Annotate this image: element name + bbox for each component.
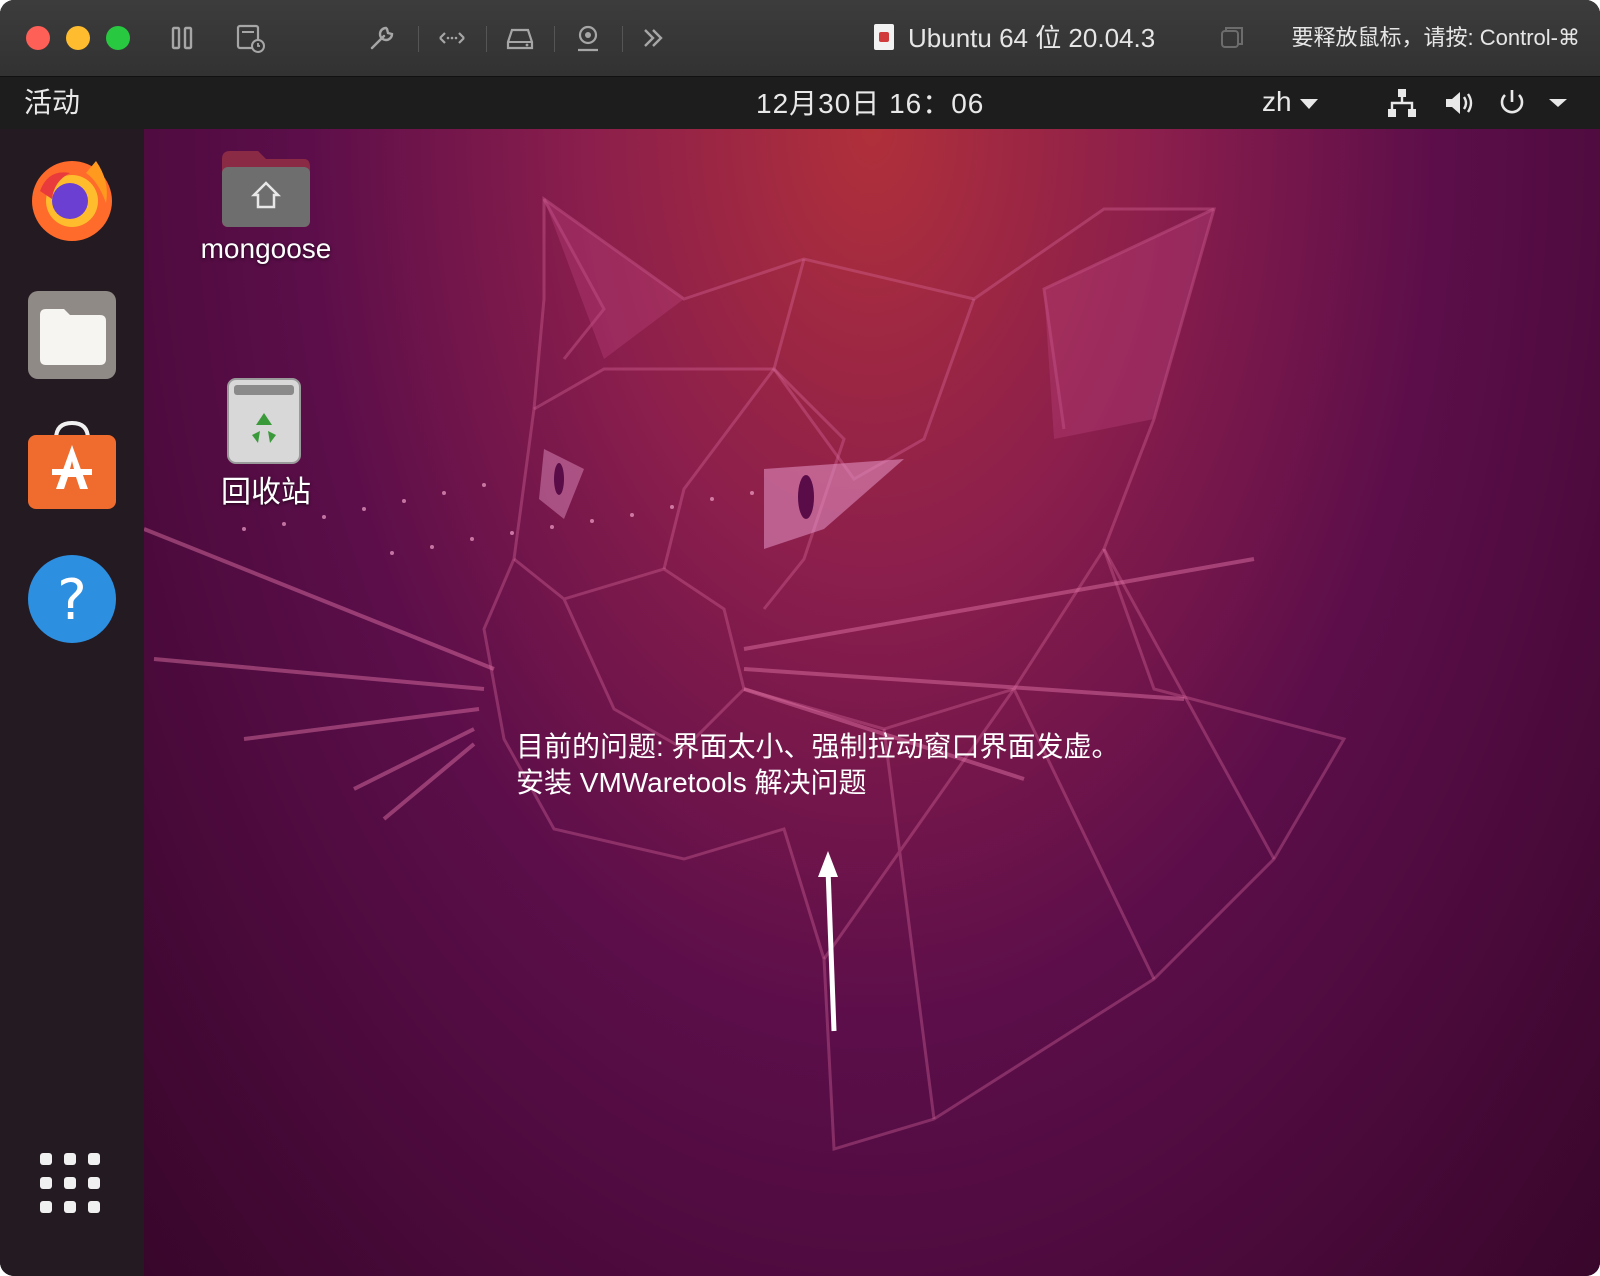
clock[interactable]: 12月30日 16：06	[756, 77, 984, 129]
show-applications-icon[interactable]	[40, 1153, 104, 1217]
firefox-icon[interactable]	[26, 151, 118, 243]
trash-icon[interactable]	[226, 377, 302, 465]
desktop[interactable]: mongoose 回收站 目前的问题: 界面太小、强制拉动窗口界面发虚。 安装 …	[144, 129, 1600, 1276]
help-icon[interactable]: ?	[26, 553, 118, 645]
maximize-window-button[interactable]	[106, 26, 130, 50]
close-window-button[interactable]	[26, 26, 50, 50]
svg-text:?: ?	[57, 568, 87, 633]
home-folder-icon[interactable]	[220, 149, 312, 229]
minimize-window-button[interactable]	[66, 26, 90, 50]
home-folder-label: mongoose	[200, 233, 332, 264]
hard-disk-icon[interactable]	[502, 20, 538, 56]
snapshot-icon[interactable]	[232, 20, 268, 56]
vm-title: Ubuntu 64 位 20.04.3	[908, 23, 1156, 53]
system-menu-chevron-icon[interactable]	[1546, 91, 1570, 115]
release-mouse-hint: 要释放鼠标，请按: Control-⌘	[1291, 25, 1580, 50]
ubuntu-top-bar: 活动 12月30日 16：06 zh	[0, 77, 1600, 129]
volume-icon[interactable]	[1440, 85, 1476, 121]
annotation-note: 目前的问题: 界面太小、强制拉动窗口界面发虚。 安装 VMWaretools 解…	[516, 729, 1120, 801]
network-icon[interactable]	[1384, 85, 1420, 121]
more-chevron-icon[interactable]	[636, 20, 672, 56]
power-icon[interactable]	[1494, 85, 1530, 121]
window-copy-icon[interactable]	[1214, 20, 1250, 56]
trash-label: 回收站	[221, 476, 311, 509]
toolbar-separator	[486, 26, 487, 52]
files-icon[interactable]	[26, 289, 118, 381]
toolbar-separator	[622, 26, 623, 52]
input-language-selector[interactable]: zh	[1262, 77, 1318, 129]
vm-document-icon	[874, 24, 894, 50]
pause-icon[interactable]	[164, 20, 200, 56]
ubuntu-dock: ?	[0, 129, 144, 1276]
language-label: zh	[1262, 86, 1292, 117]
wallpaper-puma-outline	[144, 196, 1347, 1151]
vmware-window: Ubuntu 64 位 20.04.3 要释放鼠标，请按: Control-⌘ …	[0, 0, 1600, 1276]
software-center-icon[interactable]	[26, 419, 118, 511]
vm-titlebar: Ubuntu 64 位 20.04.3 要释放鼠标，请按: Control-⌘	[0, 0, 1600, 77]
activities-button[interactable]: 活动	[24, 77, 80, 129]
camera-icon[interactable]	[570, 20, 606, 56]
toolbar-separator	[418, 26, 419, 52]
toolbar-separator	[554, 26, 555, 52]
network-arrows-icon[interactable]	[434, 20, 470, 56]
settings-wrench-icon[interactable]	[364, 20, 400, 56]
annotation-line-2: 安装 VMWaretools 解决问题	[516, 767, 867, 798]
annotation-line-1: 目前的问题: 界面太小、强制拉动窗口界面发虚。	[516, 731, 1120, 762]
annotation-arrow-icon	[818, 851, 838, 1032]
chevron-down-icon	[1299, 98, 1318, 109]
